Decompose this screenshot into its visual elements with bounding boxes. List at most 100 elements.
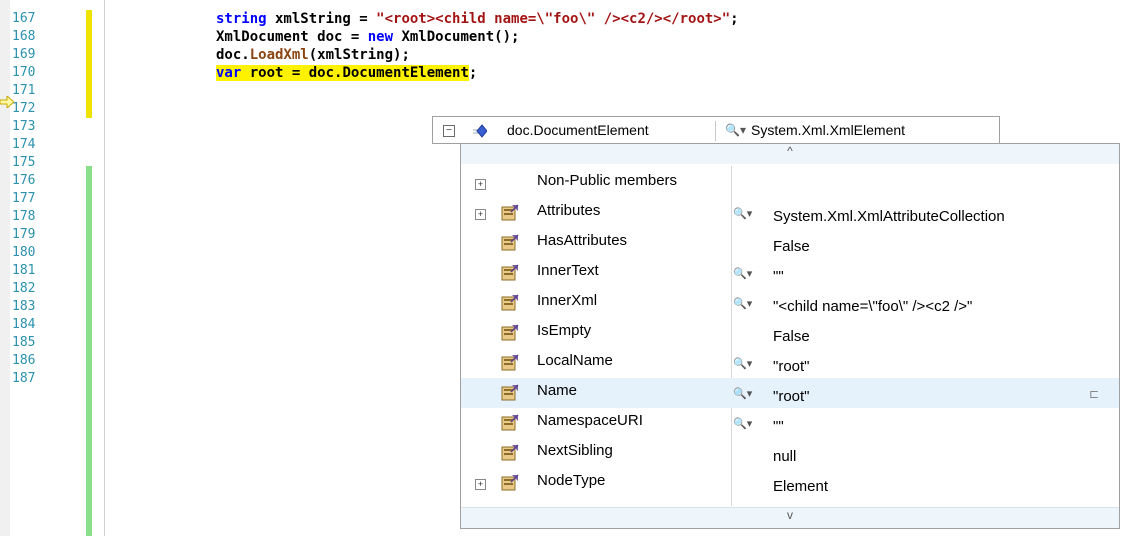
code-text: doc. <box>216 47 250 63</box>
member-name: Non-Public members <box>537 172 678 189</box>
method-name: LoadXml <box>249 47 309 63</box>
member-value: "root" <box>773 388 810 405</box>
property-icon <box>501 324 519 342</box>
collapse-toggle[interactable]: − <box>443 125 455 137</box>
member-row[interactable]: + Non-Public members <box>461 168 1119 198</box>
property-icon <box>501 264 519 282</box>
member-value: "" <box>773 268 784 285</box>
code-text: (xmlString); <box>308 47 410 63</box>
expand-toggle[interactable]: + <box>475 479 486 490</box>
line-number: 177 <box>12 191 36 206</box>
member-name: Name <box>537 382 578 399</box>
changed-unsaved-bar <box>86 10 92 118</box>
expand-toggle[interactable]: + <box>475 209 486 220</box>
header-divider <box>715 121 716 141</box>
property-icon <box>501 384 519 402</box>
visualizer-magnifier-icon[interactable]: 🔍▾ <box>733 417 752 430</box>
keyword: new <box>367 29 394 45</box>
line-number: 174 <box>12 137 36 152</box>
datatip-type-value: System.Xml.XmlElement <box>751 122 906 138</box>
member-name: Attributes <box>537 202 601 219</box>
property-icon <box>501 234 519 252</box>
line-number: 183 <box>12 299 36 314</box>
line-number: 178 <box>12 209 36 224</box>
gutter-separator <box>104 0 105 536</box>
keyword: string <box>216 11 267 27</box>
line-number: 169 <box>12 47 36 62</box>
code-text: xmlString = <box>266 11 377 27</box>
member-rows: + Non-Public members + Attributes 🔍▾ System.X… <box>461 168 1119 498</box>
line-number: 167 <box>12 11 36 26</box>
member-row[interactable]: + NodeType Element <box>461 468 1119 498</box>
line-number: 186 <box>12 353 36 368</box>
datatip-header[interactable]: − doc.DocumentElement 🔍▾ System.Xml.XmlE… <box>432 116 1000 144</box>
member-value: null <box>773 448 797 465</box>
line-number: 173 <box>12 119 36 134</box>
datatip-members-panel[interactable]: ^ + Non-Public members + Attributes 🔍▾ System… <box>460 143 1120 529</box>
code-text: XmlDocument doc = <box>216 29 368 45</box>
property-icon <box>501 204 519 222</box>
member-row[interactable]: InnerText 🔍▾ "" <box>461 258 1119 288</box>
member-name: IsEmpty <box>537 322 592 339</box>
line-number: 181 <box>12 263 36 278</box>
scroll-down-button[interactable]: v <box>461 507 1119 528</box>
gutter-shade <box>0 0 10 536</box>
line-number: 172 <box>12 101 36 116</box>
datatip-expression: doc.DocumentElement <box>507 122 649 138</box>
code-text: (); <box>494 29 520 45</box>
expand-toggle[interactable]: + <box>475 179 486 190</box>
member-row[interactable]: + Attributes 🔍▾ System.Xml.XmlAttributeColl… <box>461 198 1119 228</box>
member-value: False <box>773 328 810 345</box>
string-literal: "<root><child name=\"foo\" /><c2/></root… <box>376 11 731 27</box>
member-name: InnerXml <box>537 292 598 309</box>
type-name: XmlDocument <box>393 29 495 45</box>
member-name: HasAttributes <box>537 232 628 249</box>
code-line: XmlDocument doc = new XmlDocument(); <box>216 28 739 46</box>
keyword: var <box>216 65 242 81</box>
code-editor[interactable]: string xmlString = "<root><child name=\"… <box>216 10 739 82</box>
visualizer-magnifier-icon[interactable]: 🔍▾ <box>733 267 752 280</box>
member-row[interactable]: IsEmpty False <box>461 318 1119 348</box>
visualizer-magnifier-icon[interactable]: 🔍▾ <box>733 207 752 220</box>
member-value: System.Xml.XmlAttributeCollection <box>773 208 1005 225</box>
property-icon <box>501 414 519 432</box>
visualizer-magnifier-icon[interactable]: 🔍▾ <box>733 357 752 370</box>
property-icon <box>501 294 519 312</box>
line-number: 179 <box>12 227 36 242</box>
member-row[interactable]: Name 🔍▾ "root" ⊏ <box>461 378 1119 408</box>
member-name: LocalName <box>537 352 613 369</box>
code-line-current: var root = doc.DocumentElement; <box>216 64 739 82</box>
member-row[interactable]: LocalName 🔍▾ "root" <box>461 348 1119 378</box>
property-icon <box>501 474 519 492</box>
editor-gutter: 167 168 169 170 171 172 173 174 175 176 … <box>0 0 110 536</box>
member-name: NamespaceURI <box>537 412 643 429</box>
line-number: 184 <box>12 317 36 332</box>
member-row[interactable]: HasAttributes False <box>461 228 1119 258</box>
member-name: InnerText <box>537 262 599 279</box>
changed-saved-bar <box>86 166 92 536</box>
visualizer-magnifier-icon[interactable]: 🔍▾ <box>725 123 746 137</box>
code-line: string xmlString = "<root><child name=\"… <box>216 10 739 28</box>
line-number: 168 <box>12 29 36 44</box>
member-value: "" <box>773 418 784 435</box>
member-row[interactable]: NextSibling null <box>461 438 1119 468</box>
line-number: 187 <box>12 371 36 386</box>
line-number: 180 <box>12 245 36 260</box>
code-text: root = doc.DocumentElement <box>241 65 469 81</box>
member-row[interactable]: InnerXml 🔍▾ "<child name=\"foo\" /><c2 />" <box>461 288 1119 318</box>
code-text: ; <box>468 65 478 81</box>
line-numbers: 167 168 169 170 171 172 173 174 175 176 … <box>12 10 52 388</box>
visualizer-magnifier-icon[interactable]: 🔍▾ <box>733 297 752 310</box>
pin-icon[interactable]: ⊏ <box>1089 387 1099 401</box>
line-number: 182 <box>12 281 36 296</box>
code-line: doc.LoadXml(xmlString); <box>216 46 739 64</box>
field-diamond-icon <box>473 124 487 138</box>
line-number: 185 <box>12 335 36 350</box>
line-number: 170 <box>12 65 36 80</box>
member-value: "<child name=\"foo\" /><c2 />" <box>773 298 973 315</box>
member-row[interactable]: NamespaceURI 🔍▾ "" <box>461 408 1119 438</box>
scroll-up-button[interactable]: ^ <box>461 144 1119 164</box>
visualizer-magnifier-icon[interactable]: 🔍▾ <box>733 387 752 400</box>
member-value: False <box>773 238 810 255</box>
member-value: "root" <box>773 358 810 375</box>
